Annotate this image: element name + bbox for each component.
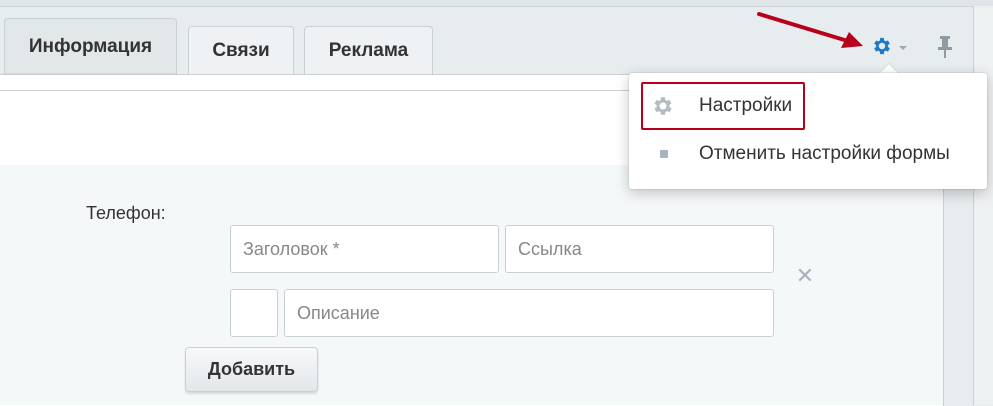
menu-item-reset-label: Отменить настройки формы bbox=[699, 143, 950, 164]
tab-links-label: Связи bbox=[212, 40, 270, 61]
description-input[interactable] bbox=[284, 289, 774, 337]
add-button[interactable]: Добавить bbox=[185, 347, 318, 392]
annotation-arrow bbox=[757, 12, 863, 48]
menu-item-settings[interactable]: Настройки bbox=[629, 86, 987, 126]
settings-dropdown-button[interactable] bbox=[871, 36, 915, 60]
tab-information[interactable]: Информация bbox=[4, 18, 177, 75]
add-button-label: Добавить bbox=[207, 359, 296, 379]
right-scroll-strip bbox=[973, 6, 993, 405]
menu-item-settings-label: Настройки bbox=[699, 95, 793, 116]
settings-menu: Настройки Отменить настройки формы bbox=[629, 73, 987, 189]
menu-item-reset-form-settings[interactable]: Отменить настройки формы bbox=[629, 134, 987, 174]
title-input[interactable] bbox=[230, 225, 499, 273]
pin-icon[interactable] bbox=[936, 34, 954, 60]
square-bullet-icon bbox=[660, 150, 668, 158]
tab-advertising-label: Реклама bbox=[328, 40, 409, 61]
phone-label: Телефон: bbox=[86, 203, 166, 223]
link-input[interactable] bbox=[505, 225, 774, 273]
tab-advertising[interactable]: Реклама bbox=[304, 26, 433, 75]
tab-links[interactable]: Связи bbox=[188, 26, 294, 75]
remove-row-button[interactable]: ✕ bbox=[795, 265, 815, 287]
tab-information-label: Информация bbox=[28, 36, 153, 57]
icon-picker[interactable] bbox=[230, 289, 278, 337]
gear-icon bbox=[651, 94, 675, 118]
top-border bbox=[0, 0, 993, 7]
chevron-down-icon bbox=[899, 46, 907, 50]
